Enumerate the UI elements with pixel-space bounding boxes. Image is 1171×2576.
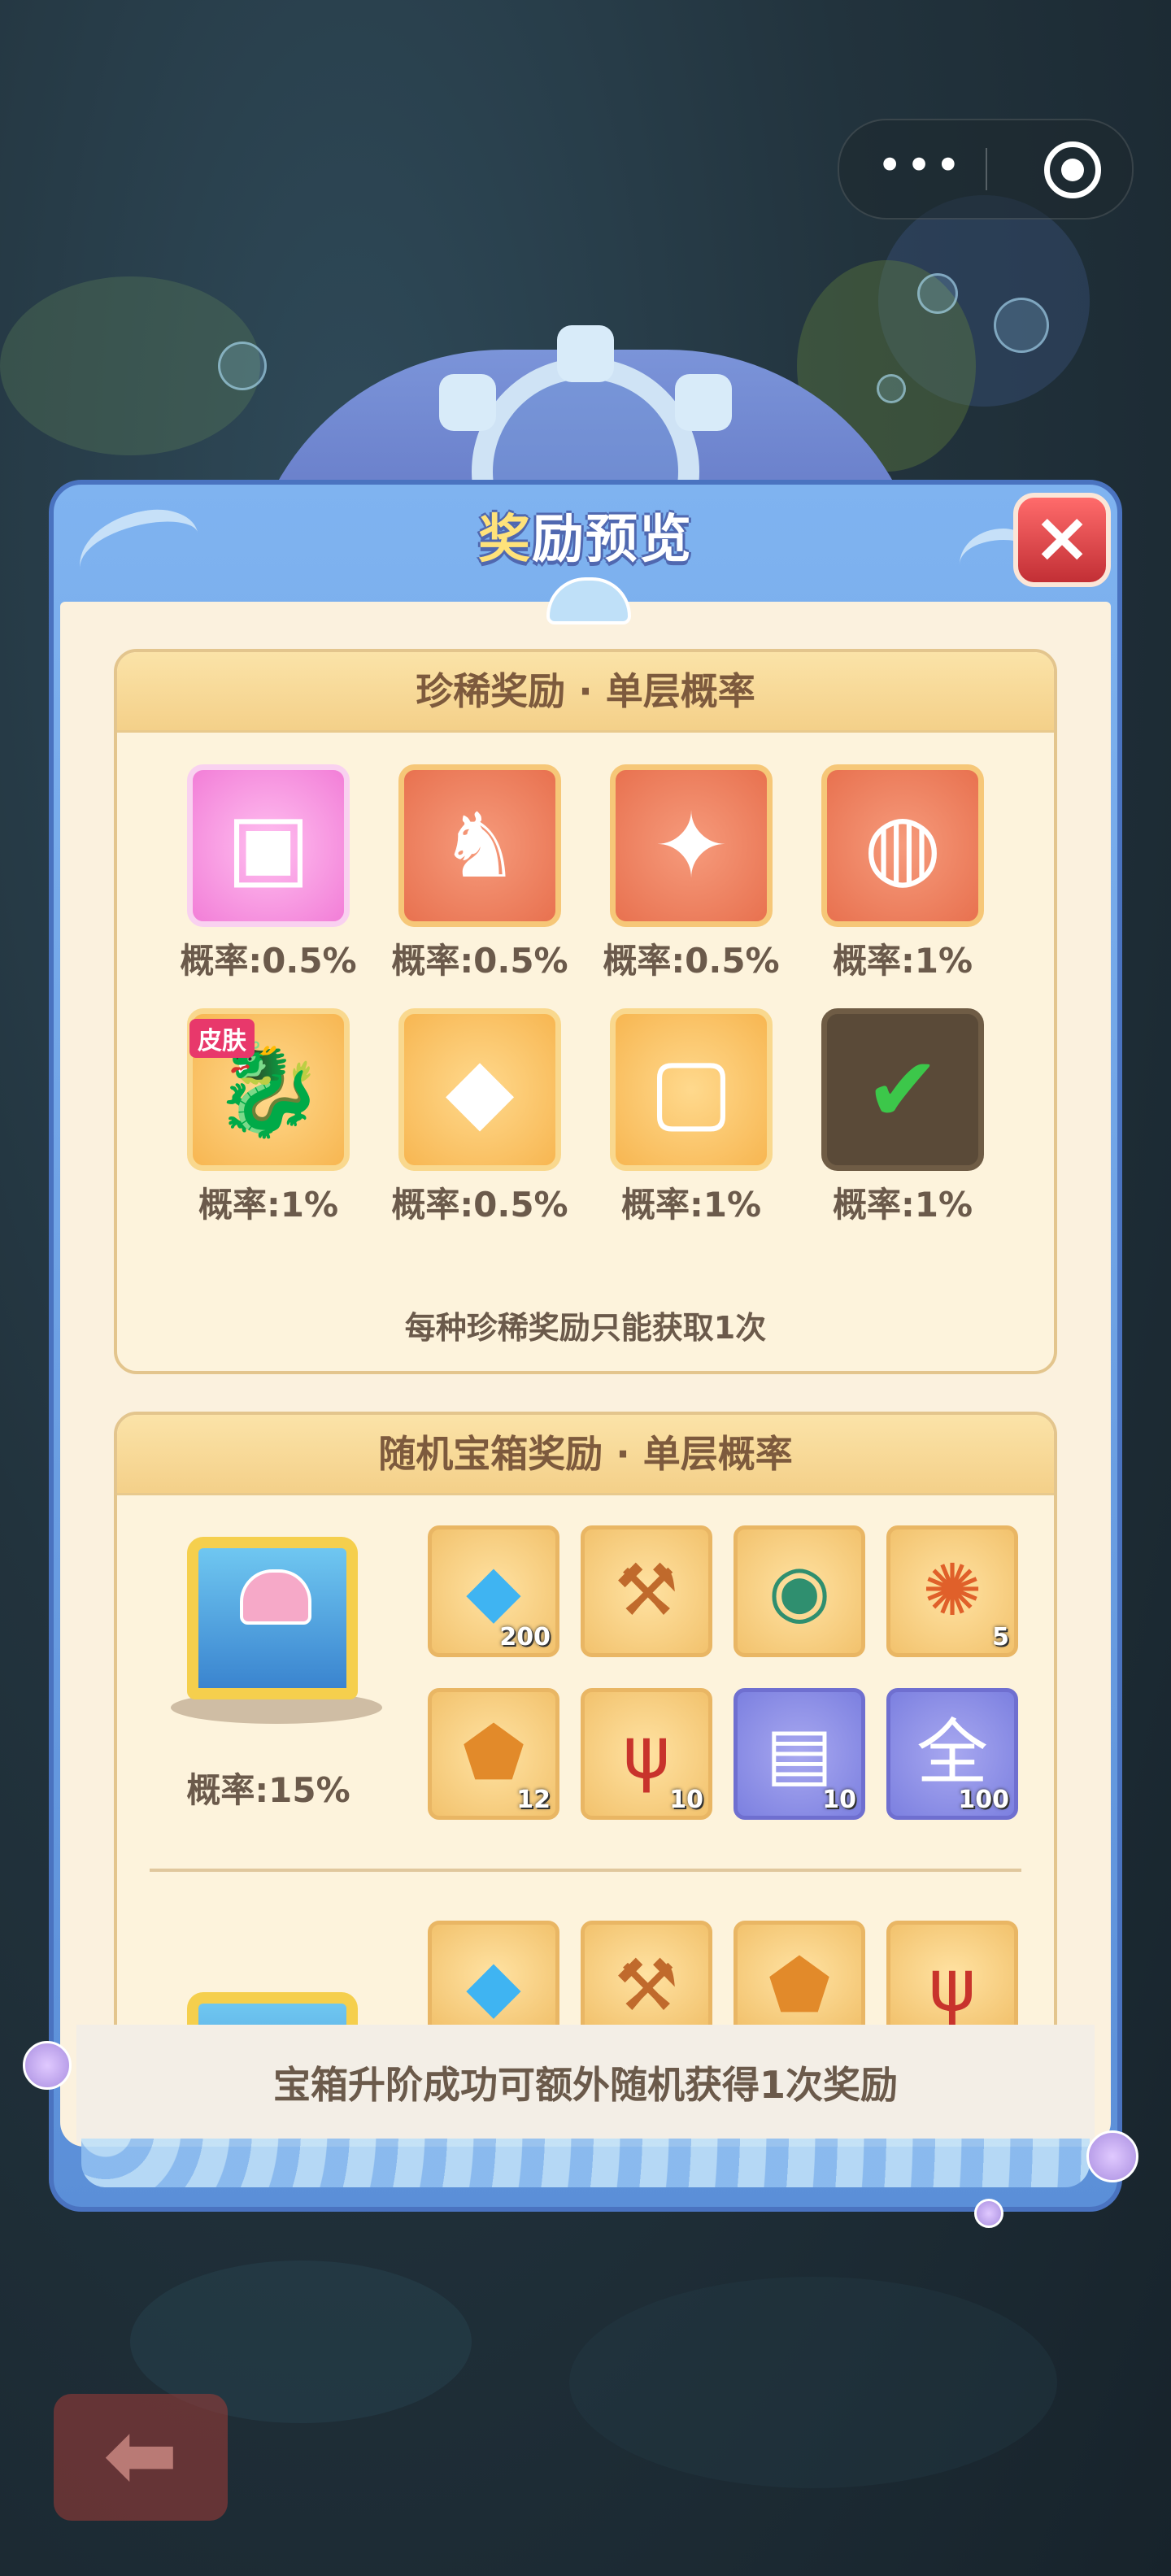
- item-quantity: 200: [499, 1623, 551, 1651]
- bubble: [994, 298, 1049, 353]
- coral-icon: ψ: [928, 1943, 977, 2025]
- chest-reward-item[interactable]: ◉: [734, 1525, 865, 1657]
- bubble: [218, 342, 267, 390]
- capsule-divider: [986, 148, 987, 190]
- section-divider: [150, 1869, 1021, 1872]
- chest-probability: 概率:15%: [186, 1770, 350, 1810]
- close-icon: ×: [1032, 497, 1092, 578]
- compass-icon: ◉: [768, 1548, 831, 1632]
- wheel-spoke: [557, 325, 614, 382]
- chest-reward-item[interactable]: ◆ 200: [428, 1525, 559, 1657]
- owned-check-icon: ✔: [864, 1038, 941, 1142]
- dragon-trophy-icon: ♞: [439, 794, 520, 898]
- rare-rewards-title: 珍稀奖励 · 单层概率: [117, 652, 1054, 733]
- chest-reward-item[interactable]: ◆: [428, 1921, 559, 2025]
- hammer-icon: ⚒: [614, 1548, 679, 1632]
- wheel-spoke: [439, 374, 496, 431]
- chest-reward-item[interactable]: ψ: [886, 1921, 1018, 2025]
- item-quantity: 100: [958, 1786, 1009, 1814]
- skin-tag: 皮肤: [189, 1019, 255, 1058]
- rare-reward-item[interactable]: ▣: [187, 764, 350, 927]
- footer-note: 宝箱升阶成功可额外随机获得1次奖励: [272, 2063, 898, 2107]
- pearl-shell-icon: ◍: [864, 794, 942, 898]
- rare-reward-item[interactable]: ◆: [398, 1008, 561, 1171]
- chest-reward-item[interactable]: ⚒: [581, 1921, 712, 2025]
- chest-rewards-title: 随机宝箱奖励 · 单层概率: [117, 1415, 1054, 1495]
- reward-probability: 概率:0.5%: [603, 941, 780, 981]
- treasure-chest-icon[interactable]: [171, 1512, 382, 1724]
- reward-probability: 概率:0.5%: [391, 941, 568, 981]
- rare-reward-item[interactable]: ✦: [610, 764, 773, 927]
- reward-probability: 概率:1%: [832, 941, 973, 981]
- chest-reward-item[interactable]: ⚒: [581, 1525, 712, 1657]
- item-quantity: 12: [516, 1786, 551, 1814]
- dialog-title: 奖励预览: [478, 510, 693, 570]
- gold-ore-icon: ◆: [445, 1038, 515, 1142]
- rare-reward-item[interactable]: ▢: [610, 1008, 773, 1171]
- diamond-icon: ◆: [466, 1943, 521, 2025]
- wave-border: [81, 2139, 1090, 2187]
- chest-shell-emblem: [240, 1569, 311, 1625]
- mini-program-capsule: •••: [838, 119, 1134, 220]
- chest-reward-item[interactable]: ⬟: [734, 1921, 865, 2025]
- winged-crystal-icon: ✦: [653, 794, 729, 898]
- orb-decoration: [974, 2199, 1003, 2228]
- rare-rewards-note: 每种珍稀奖励只能获取1次: [404, 1310, 767, 1346]
- background-rock: [569, 2277, 1057, 2488]
- reward-probability: 概率:1%: [198, 1185, 339, 1225]
- more-dots-icon[interactable]: •••: [872, 143, 969, 195]
- chest-reward-item[interactable]: ✺ 5: [886, 1525, 1018, 1657]
- chest-reward-item[interactable]: ▤ 10: [734, 1688, 865, 1820]
- bubble: [877, 374, 906, 403]
- avatar-frame-icon: ▢: [649, 1038, 734, 1142]
- back-arrow-icon: ⬅: [102, 2403, 179, 2507]
- item-quantity: 10: [822, 1786, 856, 1814]
- rare-reward-item[interactable]: ✔: [821, 1008, 984, 1171]
- hammer-icon: ⚒: [614, 1943, 679, 2025]
- reward-probability: 概率:0.5%: [180, 941, 357, 981]
- reward-probability: 概率:0.5%: [391, 1185, 568, 1225]
- chest-reward-item[interactable]: ψ 10: [581, 1688, 712, 1820]
- rare-reward-item[interactable]: ♞: [398, 764, 561, 927]
- back-button[interactable]: ⬅: [54, 2394, 228, 2521]
- rare-reward-item[interactable]: 🐉 皮肤: [187, 1008, 350, 1171]
- item-quantity: 10: [669, 1786, 703, 1814]
- orb-decoration: [1086, 2130, 1138, 2182]
- close-button[interactable]: ×: [1013, 493, 1111, 587]
- bubble: [917, 273, 958, 314]
- chest-reward-item[interactable]: ⬟ 12: [428, 1688, 559, 1820]
- reward-probability: 概率:1%: [832, 1185, 973, 1225]
- pink-cube-icon: ▣: [226, 794, 311, 898]
- record-target-icon[interactable]: [1044, 141, 1101, 198]
- reward-probability: 概率:1%: [620, 1185, 762, 1225]
- rare-reward-item[interactable]: ◍: [821, 764, 984, 927]
- item-quantity: 5: [992, 1623, 1009, 1651]
- amber-stone-icon: ⬟: [768, 1943, 831, 2025]
- orb-decoration: [23, 2041, 72, 2090]
- chest-reward-item[interactable]: 全 100: [886, 1688, 1018, 1820]
- wheel-spoke: [675, 374, 732, 431]
